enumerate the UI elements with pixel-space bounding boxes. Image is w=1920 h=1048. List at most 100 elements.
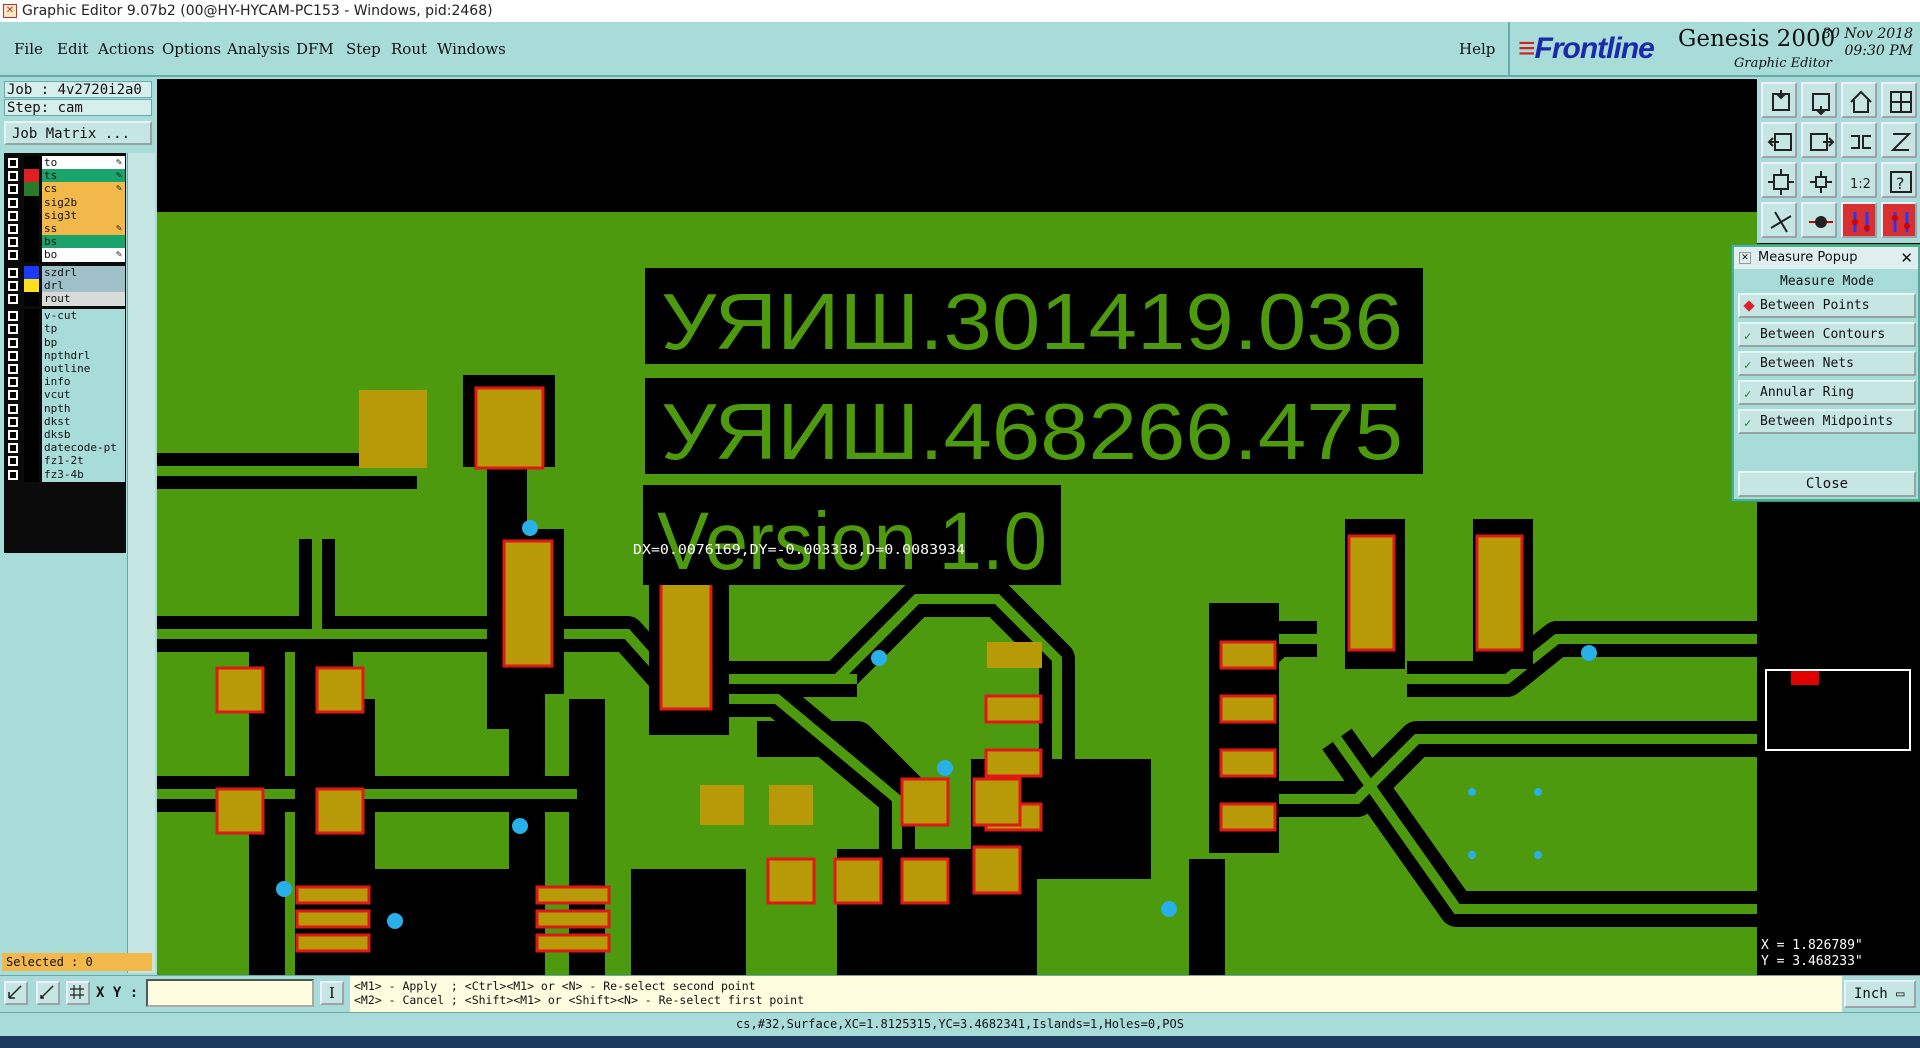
- close-icon[interactable]: ✕: [1900, 247, 1913, 269]
- layer-checkbox[interactable]: [8, 390, 18, 401]
- probe-icon[interactable]: [1801, 202, 1837, 238]
- layer-checkbox[interactable]: [8, 294, 18, 304]
- cursor-y: Y = 3.468233": [1761, 954, 1863, 969]
- via: [937, 760, 953, 776]
- via: [512, 818, 528, 834]
- smd-pad: [1219, 802, 1277, 832]
- title-bar: ✕ Graphic Editor 9.07b2 (00@HY-HYCAM-PC1…: [0, 0, 1920, 22]
- minimap[interactable]: [1765, 669, 1911, 751]
- net-a-icon[interactable]: [1841, 202, 1877, 238]
- layer-checkbox[interactable]: [8, 224, 18, 234]
- layer-checkbox[interactable]: [8, 267, 18, 278]
- menu-analysis[interactable]: Analysis: [227, 40, 290, 58]
- job-label: Job : 4v2720i2a0: [4, 81, 152, 98]
- dropdown-icon: ▭: [1896, 986, 1905, 1002]
- layer-checkbox[interactable]: [8, 324, 18, 335]
- option-between-contours[interactable]: ✓ Between Contours: [1738, 322, 1916, 347]
- home-icon[interactable]: [1841, 82, 1877, 118]
- right-panel: 1:2?: [1757, 79, 1920, 975]
- layer-color-swatch[interactable]: [24, 292, 39, 306]
- layer-checkbox[interactable]: [8, 350, 18, 361]
- layer-row-fz3-4b[interactable]: fz3-4b: [4, 467, 126, 483]
- menu-step[interactable]: Step: [346, 40, 381, 58]
- zoom-home-icon[interactable]: [1761, 82, 1797, 118]
- menu-rout[interactable]: Rout: [391, 40, 427, 58]
- layer-name[interactable]: fz3-4b: [42, 467, 125, 482]
- menu-file[interactable]: File: [14, 40, 43, 58]
- layer-scrollbar[interactable]: [127, 153, 155, 973]
- via: [1161, 901, 1177, 917]
- layer-checkbox[interactable]: [8, 443, 18, 454]
- layer-row-bo[interactable]: bo ✎: [4, 247, 126, 263]
- zoom-in-icon[interactable]: [1801, 82, 1837, 118]
- measure-mode-icon[interactable]: [36, 981, 60, 1005]
- layer-row-rout[interactable]: rout: [4, 291, 126, 307]
- menu-windows[interactable]: Windows: [437, 40, 506, 58]
- smd-pad: [315, 666, 365, 714]
- job-matrix-button[interactable]: Job Matrix ...: [4, 121, 152, 145]
- split-view-icon[interactable]: [1881, 82, 1917, 118]
- smd-pad: [659, 577, 713, 711]
- via: [871, 650, 887, 666]
- menu-dfm[interactable]: DFM: [296, 40, 334, 58]
- mirror-icon[interactable]: [1881, 122, 1917, 158]
- layer-checkbox[interactable]: [8, 184, 18, 195]
- layer-checkbox[interactable]: [8, 197, 18, 208]
- smd-pad: [535, 885, 611, 905]
- pan-right-icon[interactable]: [1801, 122, 1837, 158]
- option-between-points[interactable]: Between Points: [1738, 293, 1916, 318]
- layer-checkbox[interactable]: [8, 250, 18, 261]
- layer-checkbox[interactable]: [8, 311, 18, 322]
- grid-icon[interactable]: [66, 981, 90, 1005]
- menu-help[interactable]: Help: [1459, 40, 1495, 58]
- layer-checkbox[interactable]: [8, 377, 18, 388]
- board-outside-area: [157, 79, 1757, 212]
- layer-checkbox[interactable]: [8, 210, 18, 221]
- xy-input[interactable]: [146, 979, 314, 1007]
- layer-checkbox[interactable]: [8, 469, 18, 480]
- snap-icon[interactable]: [4, 981, 28, 1005]
- layer-checkbox[interactable]: [8, 171, 18, 182]
- layer-checkbox[interactable]: [8, 280, 18, 291]
- layer-color-swatch[interactable]: [24, 467, 39, 482]
- radio-diamond-icon: [1743, 300, 1755, 312]
- menu-options[interactable]: Options: [162, 40, 221, 58]
- layer-checkbox[interactable]: [8, 430, 18, 440]
- smd-pad: [535, 933, 611, 953]
- menu-edit[interactable]: Edit: [57, 40, 88, 58]
- layer-checkbox[interactable]: [8, 337, 18, 348]
- layer-checkbox[interactable]: [8, 403, 18, 414]
- option-annular-ring[interactable]: ✓ Annular Ring: [1738, 380, 1916, 405]
- layer-name[interactable]: rout: [42, 292, 125, 306]
- close-button[interactable]: Close: [1738, 471, 1916, 497]
- ratio-icon[interactable]: 1:2: [1841, 162, 1877, 198]
- layer-checkbox[interactable]: [8, 237, 18, 248]
- fit-selection-icon[interactable]: [1801, 162, 1837, 198]
- brand-name: ≡Frontline: [1518, 32, 1655, 65]
- pcb-drawing[interactable]: УЯИШ.301419.036 УЯИШ.468266.475 Version …: [157, 79, 1757, 975]
- net-b-icon[interactable]: [1881, 202, 1917, 238]
- measure-popup: ✕ Measure Popup ✕ Measure Mode Between P…: [1732, 245, 1920, 501]
- board-text-3: Version 1.0: [657, 496, 1047, 587]
- menu-actions[interactable]: Actions: [98, 40, 154, 58]
- layer-checkbox[interactable]: [8, 456, 18, 467]
- units-dropdown[interactable]: Inch ▭: [1844, 980, 1916, 1008]
- via: [1581, 645, 1597, 661]
- info-icon[interactable]: I: [320, 981, 344, 1005]
- measure-icon[interactable]: [1761, 202, 1797, 238]
- product-name: Genesis 2000: [1678, 26, 1836, 52]
- layer-name[interactable]: bo ✎: [42, 248, 125, 263]
- fit-all-icon[interactable]: [1761, 162, 1797, 198]
- option-between-nets[interactable]: ✓ Between Nets: [1738, 351, 1916, 376]
- help-icon[interactable]: ?: [1881, 162, 1917, 198]
- layer-color-swatch[interactable]: [24, 248, 39, 263]
- layer-checkbox[interactable]: [8, 364, 18, 374]
- flip-icon[interactable]: [1841, 122, 1877, 158]
- layer-checkbox[interactable]: [8, 158, 18, 168]
- graphic-canvas[interactable]: УЯИШ.301419.036 УЯИШ.468266.475 Version …: [157, 79, 1757, 975]
- layer-checkbox[interactable]: [8, 416, 18, 427]
- layer-list: to ✎ ts ✎ cs ✎ sig2b sig3t ss ✎ bs bo ✎ szdrl drl rout v…: [4, 153, 126, 553]
- option-between-midpoints[interactable]: ✓ Between Midpoints: [1738, 409, 1916, 434]
- pan-left-icon[interactable]: [1761, 122, 1797, 158]
- board-text-2: УЯИШ.468266.475: [661, 387, 1403, 476]
